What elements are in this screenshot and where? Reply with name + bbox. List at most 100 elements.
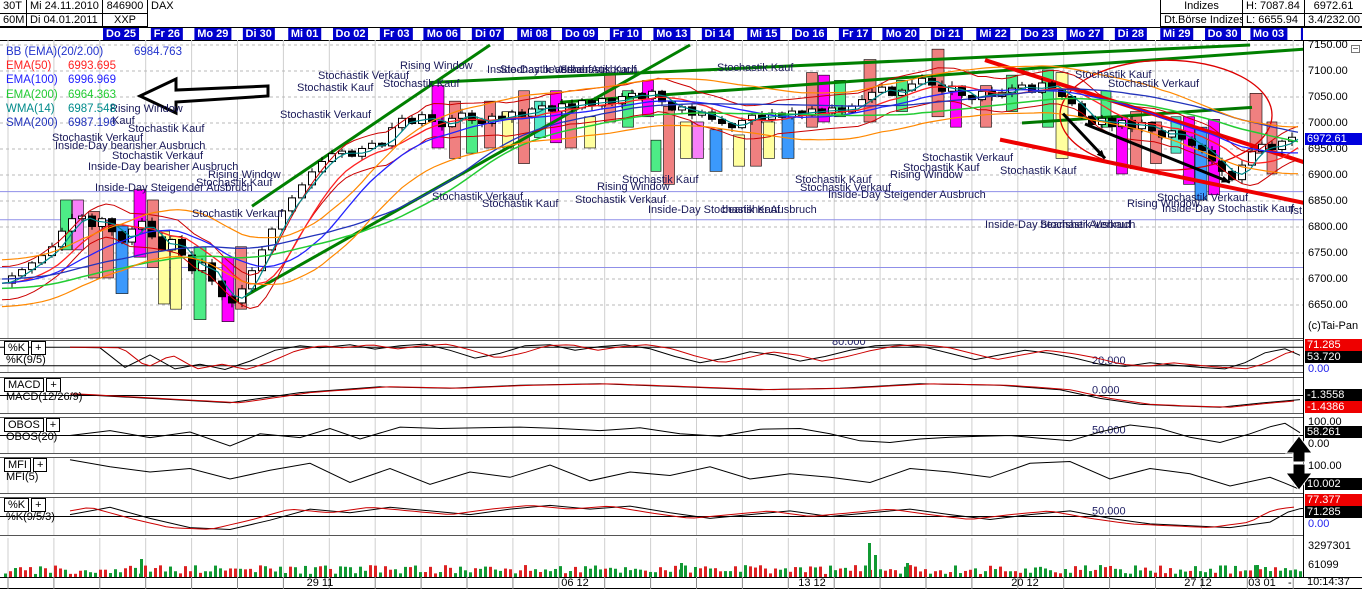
chart-annotation: Stochastik Kauf bbox=[1000, 165, 1077, 177]
legend-value: 6993.695 bbox=[68, 60, 116, 72]
volume-scale-label: 61099 bbox=[1308, 559, 1339, 571]
date-label: Di 28 bbox=[1115, 28, 1147, 40]
date-label: Mi 15 bbox=[747, 28, 781, 40]
trading-app-screen: 30T Mi 24.11.2010 846900 DAX 60M Di 04.0… bbox=[0, 0, 1362, 589]
date-label: Di 0 bbox=[1301, 28, 1303, 40]
date-label: Mo 29 bbox=[194, 28, 231, 40]
volume-scale-label: 3297301 bbox=[1308, 540, 1351, 552]
trendline bbox=[560, 45, 1303, 102]
group2-cell: Dt.Börse Indizes bbox=[1160, 14, 1243, 27]
volume-spike bbox=[868, 543, 871, 577]
wkn-cell: 846900 bbox=[103, 0, 148, 14]
chart-annotation: Stochastik Verkauf bbox=[1040, 219, 1132, 231]
panel-button-OBOS[interactable]: OBOS bbox=[4, 418, 44, 432]
legend-value: 6984.763 bbox=[134, 46, 182, 58]
panel-controls: %K+ bbox=[4, 498, 46, 512]
panel-plus-button[interactable]: + bbox=[46, 418, 60, 432]
date-label: Di 30 bbox=[243, 28, 275, 40]
indicator-value-badge: -1.3558 bbox=[1305, 389, 1362, 401]
axis-dash: - bbox=[1288, 577, 1292, 589]
chart-annotation: Stochastik Kauf bbox=[717, 62, 794, 74]
legend-value: 6996.969 bbox=[68, 74, 116, 86]
level-label: 80.000 bbox=[832, 340, 866, 348]
legend-item: EMA(100)6996.969 bbox=[6, 74, 58, 86]
panel-MACD(12/26/9): 0.000 bbox=[0, 377, 1303, 414]
panel-param-label: %K(9/5) bbox=[6, 354, 46, 366]
date-label: Di 07 bbox=[472, 28, 504, 40]
scale-label: 0.00 bbox=[1308, 363, 1329, 375]
high-cell: H: 7087.84 bbox=[1243, 0, 1305, 14]
panel-button-%K[interactable]: %K bbox=[4, 498, 29, 512]
chart-annotation: Inside-Day Steigender Ausbruch bbox=[828, 189, 986, 201]
panel-%K(9/5): 80.00020.000 bbox=[0, 340, 1303, 373]
panel-controls: MFI+ bbox=[4, 458, 47, 472]
legend-value: 6964.363 bbox=[68, 89, 116, 101]
up-arrow-icon bbox=[1286, 436, 1312, 462]
pattern-box bbox=[519, 91, 530, 164]
chart-annotation: Stochastik Kauf bbox=[622, 174, 699, 186]
time-axis-label: 13 12 bbox=[798, 577, 826, 589]
group1-cell: Indizes bbox=[1160, 0, 1243, 14]
chart-annotation: Tst bbox=[1288, 205, 1302, 217]
indicator-value-badge: 77.377 bbox=[1305, 494, 1362, 506]
last-cell: 6972.61 bbox=[1305, 0, 1362, 14]
clock-label: 10:14:37 bbox=[1307, 576, 1350, 588]
panel-button-%K[interactable]: %K bbox=[4, 341, 29, 355]
panel-plus-button[interactable]: + bbox=[31, 498, 45, 512]
chart-annotation: Inside-Day Stochastik Kauf bbox=[1162, 203, 1295, 215]
pattern-box bbox=[450, 101, 461, 158]
date-strip: Do 25Fr 26Mo 29Di 30Mi 01Do 02Fr 03Mo 06… bbox=[0, 28, 1303, 40]
price-tick: 6800.00 bbox=[1308, 221, 1348, 233]
panel-MFI(5) bbox=[0, 457, 1303, 494]
legend-item: EMA(50)6993.695 bbox=[6, 60, 51, 72]
down-arrow-icon bbox=[1286, 464, 1312, 490]
legend-label: BB (EMA)(20/2.00) bbox=[6, 46, 103, 58]
date-label: Mi 29 bbox=[1160, 28, 1194, 40]
price-tick: 6650.00 bbox=[1308, 299, 1348, 311]
date-label: Do 23 bbox=[1021, 28, 1057, 40]
pattern-box bbox=[693, 122, 704, 158]
chart-annotation: Stochastik Kauf bbox=[560, 64, 637, 76]
date-label: Mo 13 bbox=[653, 28, 690, 40]
time-axis-label: 20 12 bbox=[1011, 577, 1039, 589]
date-label: Do 16 bbox=[792, 28, 828, 40]
volume-panel bbox=[0, 538, 1303, 577]
price-tick: 6750.00 bbox=[1308, 247, 1348, 259]
pattern-box bbox=[734, 135, 745, 166]
volume-spike bbox=[906, 563, 909, 577]
time-axis-label: 29 11 bbox=[307, 577, 334, 589]
chart-annotation: Stochastik Verkauf bbox=[1108, 78, 1200, 90]
date-label: Di 14 bbox=[702, 28, 734, 40]
panel-plus-button[interactable]: + bbox=[46, 378, 60, 392]
panel-plus-button[interactable]: + bbox=[31, 341, 45, 355]
date-label: Fr 17 bbox=[839, 28, 871, 40]
legend-value: 6987.548 bbox=[68, 103, 116, 115]
chart-annotation: Stochastik Verkauf bbox=[280, 109, 372, 121]
date-label: Mi 08 bbox=[517, 28, 551, 40]
chart-annotation: Inside-Day Steigender Ausbruch bbox=[95, 182, 253, 194]
legend-label: WMA(14) bbox=[6, 103, 55, 115]
scale-label: 100.00 bbox=[1308, 416, 1342, 428]
chart-annotation: Stochastik Kauf bbox=[297, 82, 374, 94]
date-label: Do 02 bbox=[333, 28, 369, 40]
minimize-icon[interactable] bbox=[1351, 45, 1360, 53]
price-tick: 7000.00 bbox=[1308, 117, 1348, 129]
date1-cell: Mi 24.11.2010 bbox=[27, 0, 103, 14]
indicator-value-badge: 71.285 bbox=[1305, 506, 1362, 518]
time-axis-label: 06 12 bbox=[561, 577, 589, 589]
pattern-box bbox=[751, 119, 762, 166]
level-label: 0.000 bbox=[1092, 385, 1120, 397]
pattern-box bbox=[485, 101, 496, 148]
date-label: Do 25 bbox=[103, 28, 139, 40]
volume-spike bbox=[874, 555, 877, 577]
date-label: Do 30 bbox=[1205, 28, 1241, 40]
chart-annotation: Stochastik Kauf bbox=[383, 78, 460, 90]
date-label: Mi 01 bbox=[288, 28, 322, 40]
panel-plus-button[interactable]: + bbox=[33, 458, 47, 472]
chart-annotation: Rising Window bbox=[110, 103, 183, 115]
current-price-badge: 6972.61 bbox=[1305, 133, 1362, 145]
chart-annotation: Rising Window bbox=[400, 60, 473, 72]
panel-button-MACD[interactable]: MACD bbox=[4, 378, 44, 392]
price-tick: 6900.00 bbox=[1308, 169, 1348, 181]
panel-button-MFI[interactable]: MFI bbox=[4, 458, 31, 472]
